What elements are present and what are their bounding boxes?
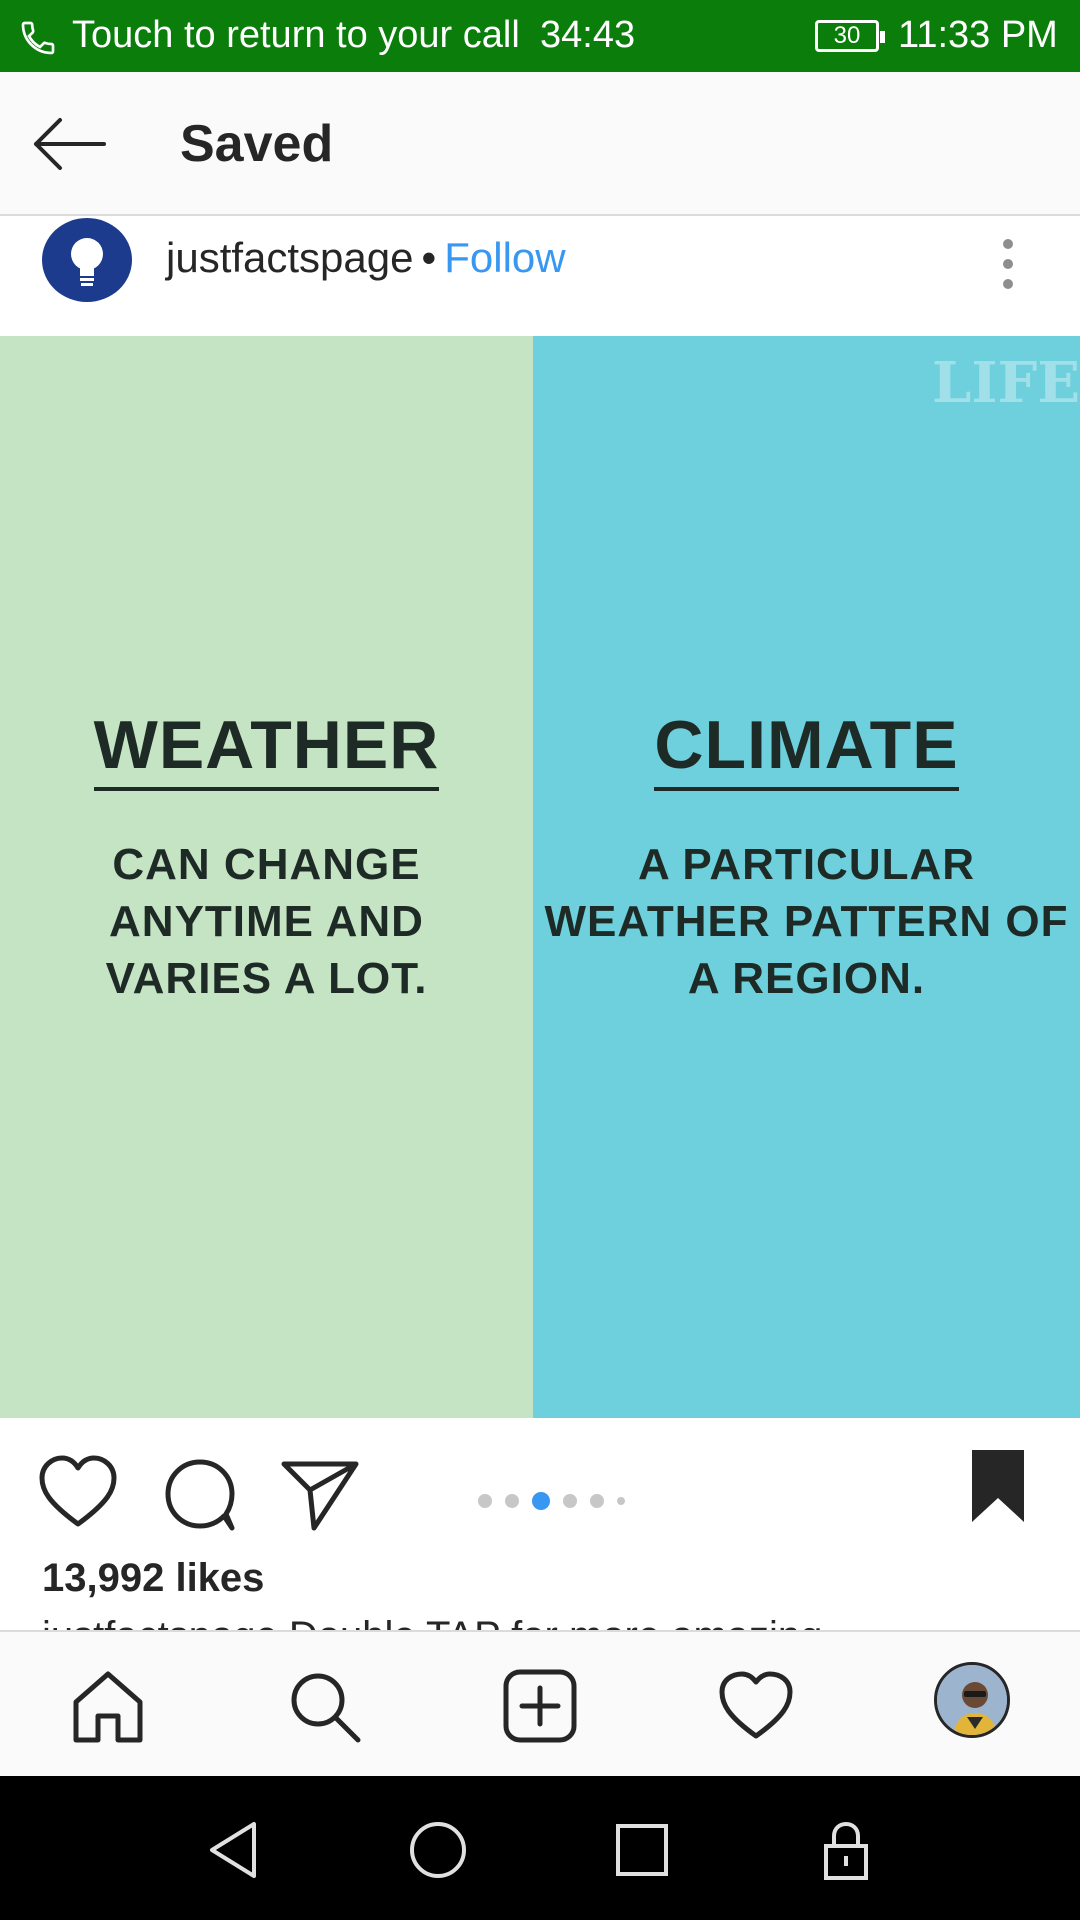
- climate-heading: CLIMATE: [533, 706, 1080, 791]
- follow-button[interactable]: Follow: [444, 234, 565, 281]
- new-post-icon[interactable]: [502, 1668, 578, 1744]
- weather-heading: WEATHER: [0, 706, 533, 791]
- return-to-call-text[interactable]: Touch to return to your call: [72, 14, 520, 57]
- post-image[interactable]: WEATHER CAN CHANGE ANYTIME AND VARIES A …: [0, 336, 1080, 1418]
- carousel-dot-active: [532, 1492, 550, 1510]
- weather-description: CAN CHANGE ANYTIME AND VARIES A LOT.: [105, 840, 428, 1003]
- battery-icon: 30: [815, 20, 885, 52]
- activity-heart-icon[interactable]: [718, 1668, 794, 1744]
- carousel-dot: [563, 1494, 577, 1508]
- home-icon[interactable]: [70, 1668, 146, 1744]
- lightbulb-icon: [71, 238, 103, 286]
- app-header: Saved: [0, 72, 1080, 216]
- profile-avatar[interactable]: [934, 1662, 1010, 1738]
- carousel-dot: [505, 1494, 519, 1508]
- system-nav-bar: [0, 1776, 1080, 1920]
- send-icon[interactable]: [280, 1454, 360, 1534]
- caption-text[interactable]: justfactspage Double TAP for more amazin…: [42, 1614, 822, 1630]
- page-title: Saved: [180, 115, 334, 173]
- post-actions: [0, 1418, 1080, 1558]
- carousel-dot: [478, 1494, 492, 1508]
- carousel-dot: [617, 1497, 625, 1505]
- heart-icon[interactable]: [38, 1454, 118, 1534]
- lock-icon[interactable]: [814, 1818, 878, 1882]
- phone-icon: [21, 21, 55, 55]
- watermark-logo: LIFE: [931, 350, 1080, 416]
- bottom-tab-bar: [0, 1630, 1080, 1776]
- separator-dot: •: [421, 234, 437, 281]
- clock: 11:33 PM: [898, 14, 1058, 56]
- back-triangle-icon[interactable]: [204, 1818, 268, 1882]
- carousel-indicator: [478, 1492, 625, 1510]
- profile-photo-icon: [937, 1665, 1007, 1735]
- carousel-dot: [590, 1494, 604, 1508]
- climate-panel: LIFE CLIMATE A PARTICULAR WEATHER PATTER…: [533, 336, 1080, 1418]
- climate-description: A PARTICULAR WEATHER PATTERN OF A REGION…: [544, 840, 1069, 1003]
- home-circle-icon[interactable]: [406, 1818, 470, 1882]
- username[interactable]: justfactspage: [166, 234, 414, 281]
- arrow-left-icon[interactable]: [30, 114, 110, 174]
- bookmark-filled-icon[interactable]: [962, 1446, 1034, 1526]
- call-status-bar[interactable]: Touch to return to your call 34:43 30 11…: [0, 0, 1080, 72]
- post-author-row: justfactspage • Follow: [166, 234, 566, 282]
- account-avatar[interactable]: [42, 218, 132, 302]
- recents-square-icon[interactable]: [610, 1818, 674, 1882]
- post-header: justfactspage • Follow: [0, 218, 1080, 336]
- likes-count[interactable]: 13,992 likes: [42, 1556, 264, 1601]
- comment-icon[interactable]: [160, 1454, 240, 1534]
- search-icon[interactable]: [286, 1668, 362, 1744]
- more-vertical-icon[interactable]: [996, 234, 1020, 294]
- call-timer: 34:43: [540, 14, 636, 56]
- weather-panel: WEATHER CAN CHANGE ANYTIME AND VARIES A …: [0, 336, 533, 1418]
